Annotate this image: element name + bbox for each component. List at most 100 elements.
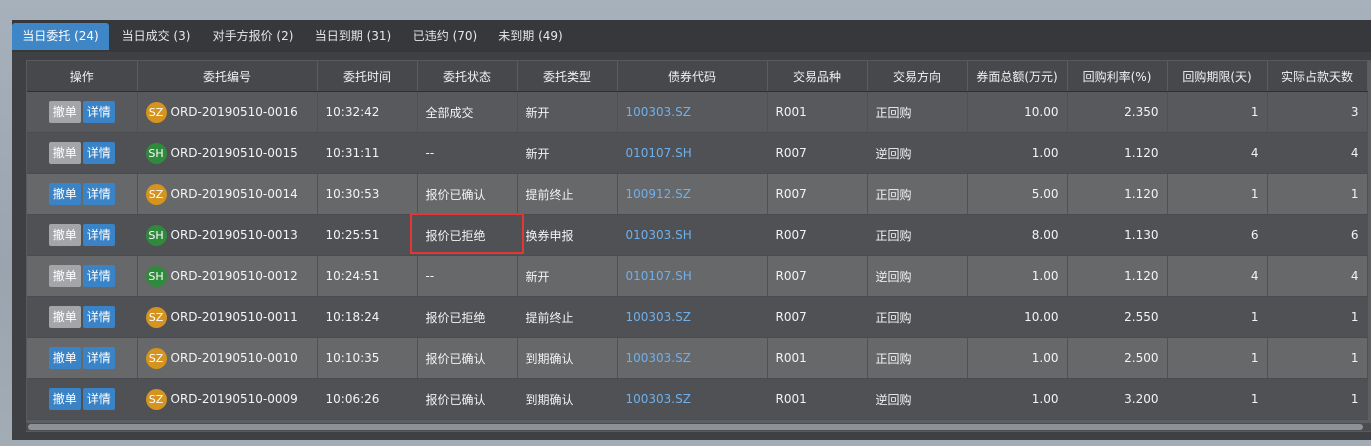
cancel-button[interactable]: 撤单 [48, 347, 81, 369]
bond-code-link[interactable]: 010303.SH [626, 228, 692, 242]
cancel-button[interactable]: 撤单 [48, 183, 81, 205]
detail-button[interactable]: 详情 [82, 224, 115, 246]
order-id: ORD-20190510-0009 [170, 391, 298, 406]
order-time-cell: 10:30:53 [317, 173, 418, 215]
order-id-cell: SZ ORD-20190510-0010 [137, 337, 318, 379]
detail-button[interactable]: 详情 [82, 142, 115, 164]
table-body: 撤单 详情 SZ ORD-20190510-0016 10:32:42 全部成交 新开 100… [27, 91, 1368, 420]
bond-code-link[interactable]: 100912.SZ [626, 187, 691, 201]
tab-today-orders[interactable]: 当日委托 (24) [12, 23, 109, 50]
exchange-badge: SZ [145, 306, 167, 328]
col-header-actions[interactable]: 操作 [27, 61, 138, 92]
bond-code-cell[interactable]: 100912.SZ [617, 173, 768, 215]
repo-rate-cell: 1.130 [1067, 214, 1168, 256]
repo-rate-cell: 2.350 [1067, 91, 1168, 133]
cancel-button[interactable]: 撤单 [48, 306, 81, 328]
bond-code-cell[interactable]: 010303.SH [617, 214, 768, 256]
bond-code-cell[interactable]: 100303.SZ [617, 91, 768, 133]
detail-button[interactable]: 详情 [82, 306, 115, 328]
order-time-cell: 10:32:42 [317, 91, 418, 133]
order-time-cell: 10:06:26 [317, 378, 418, 420]
actions-cell: 撤单 详情 [27, 255, 138, 297]
tab-defaulted[interactable]: 已违约 (70) [406, 23, 484, 50]
order-type-cell: 提前终止 [517, 296, 618, 338]
table-row[interactable]: 撤单 详情 SZ ORD-20190510-0014 10:30:53 报价已确认 提前终止… [27, 173, 1368, 215]
col-header-order-status[interactable]: 委托状态 [417, 61, 518, 92]
tab-counterparty-quotes[interactable]: 对手方报价 (2) [205, 23, 301, 50]
table-row[interactable]: 撤单 详情 SH ORD-20190510-0012 10:24:51 -- 新开 01010… [27, 255, 1368, 297]
detail-button[interactable]: 详情 [82, 183, 115, 205]
order-id: ORD-20190510-0011 [170, 309, 298, 324]
order-id: ORD-20190510-0014 [170, 186, 298, 201]
orders-panel: 操作 委托编号 委托时间 委托状态 委托类型 债券代码 交易品种 交易方向 券面… [12, 52, 1371, 440]
col-header-repo-rate[interactable]: 回购利率(%) [1067, 61, 1168, 92]
bond-code-cell[interactable]: 100303.SZ [617, 337, 768, 379]
face-amount-cell: 10.00 [967, 296, 1068, 338]
repo-rate-cell: 2.500 [1067, 337, 1168, 379]
repo-term-cell: 1 [1167, 173, 1268, 215]
order-id: ORD-20190510-0013 [170, 227, 298, 242]
col-header-order-type[interactable]: 委托类型 [517, 61, 618, 92]
direction-cell: 正回购 [867, 91, 968, 133]
actions-cell: 撤单 详情 [27, 296, 138, 338]
col-header-order-time[interactable]: 委托时间 [317, 61, 418, 92]
bond-code-link[interactable]: 010107.SH [626, 269, 692, 283]
tab-not-matured[interactable]: 未到期 (49) [492, 23, 569, 50]
bond-code-link[interactable]: 100303.SZ [626, 392, 691, 406]
repo-term-cell: 1 [1167, 337, 1268, 379]
tab-today-maturity[interactable]: 当日到期 (31) [308, 23, 398, 50]
tab-today-trades[interactable]: 当日成交 (3) [114, 23, 198, 50]
cancel-button[interactable]: 撤单 [48, 388, 81, 410]
col-header-order-id[interactable]: 委托编号 [137, 61, 318, 92]
cancel-button[interactable]: 撤单 [48, 101, 81, 123]
repo-rate-cell: 1.120 [1067, 255, 1168, 297]
exchange-badge: SZ [145, 183, 167, 205]
bond-code-link[interactable]: 100303.SZ [626, 351, 691, 365]
actions-cell: 撤单 详情 [27, 173, 138, 215]
order-id: ORD-20190510-0016 [170, 104, 298, 119]
actions-cell: 撤单 详情 [27, 378, 138, 420]
table-row[interactable]: 撤单 详情 SZ ORD-20190510-0010 10:10:35 报价已确认 到期确认… [27, 337, 1368, 379]
direction-cell: 正回购 [867, 337, 968, 379]
cancel-button[interactable]: 撤单 [48, 224, 81, 246]
cancel-button[interactable]: 撤单 [48, 142, 81, 164]
bond-code-link[interactable]: 100303.SZ [626, 105, 691, 119]
detail-button[interactable]: 详情 [82, 101, 115, 123]
order-time-cell: 10:24:51 [317, 255, 418, 297]
col-header-face-amount[interactable]: 券面总额(万元) [967, 61, 1068, 92]
bond-code-cell[interactable]: 010107.SH [617, 255, 768, 297]
bond-code-link[interactable]: 100303.SZ [626, 310, 691, 324]
bond-code-cell[interactable]: 100303.SZ [617, 296, 768, 338]
actual-days-cell: 1 [1267, 337, 1368, 379]
orders-table: 操作 委托编号 委托时间 委托状态 委托类型 债券代码 交易品种 交易方向 券面… [27, 61, 1368, 420]
table-row[interactable]: 撤单 详情 SZ ORD-20190510-0011 10:18:24 报价已拒绝 提前终止… [27, 296, 1368, 338]
col-header-product[interactable]: 交易品种 [767, 61, 868, 92]
order-type-cell: 到期确认 [517, 337, 618, 379]
detail-button[interactable]: 详情 [82, 265, 115, 287]
scrollbar-thumb[interactable] [28, 424, 1363, 430]
product-cell: R007 [767, 214, 868, 256]
repo-term-cell: 6 [1167, 214, 1268, 256]
cancel-button[interactable]: 撤单 [48, 265, 81, 287]
order-status-cell: 报价已拒绝 [417, 296, 518, 338]
horizontal-scrollbar[interactable] [26, 423, 1371, 431]
bond-code-cell[interactable]: 010107.SH [617, 132, 768, 174]
table-row[interactable]: 撤单 详情 SZ ORD-20190510-0016 10:32:42 全部成交 新开 100… [27, 91, 1368, 133]
bond-code-link[interactable]: 010107.SH [626, 146, 692, 160]
detail-button[interactable]: 详情 [82, 347, 115, 369]
order-status-cell: 全部成交 [417, 91, 518, 133]
col-header-direction[interactable]: 交易方向 [867, 61, 968, 92]
bond-code-cell[interactable]: 100303.SZ [617, 378, 768, 420]
detail-button[interactable]: 详情 [82, 388, 115, 410]
table-row[interactable]: 撤单 详情 SZ ORD-20190510-0009 10:06:26 报价已确认 到期确认… [27, 378, 1368, 420]
table-row[interactable]: 撤单 详情 SH ORD-20190510-0013 10:25:51 报价已拒绝 换券申报… [27, 214, 1368, 256]
table-row[interactable]: 撤单 详情 SH ORD-20190510-0015 10:31:11 -- 新开 01010… [27, 132, 1368, 174]
order-id-cell: SH ORD-20190510-0015 [137, 132, 318, 174]
col-header-actual-days[interactable]: 实际占款天数 [1267, 61, 1368, 92]
product-cell: R007 [767, 296, 868, 338]
order-time-cell: 10:31:11 [317, 132, 418, 174]
col-header-bond-code[interactable]: 债券代码 [617, 61, 768, 92]
col-header-repo-term[interactable]: 回购期限(天) [1167, 61, 1268, 92]
table-header: 操作 委托编号 委托时间 委托状态 委托类型 债券代码 交易品种 交易方向 券面… [27, 61, 1368, 92]
direction-cell: 正回购 [867, 214, 968, 256]
